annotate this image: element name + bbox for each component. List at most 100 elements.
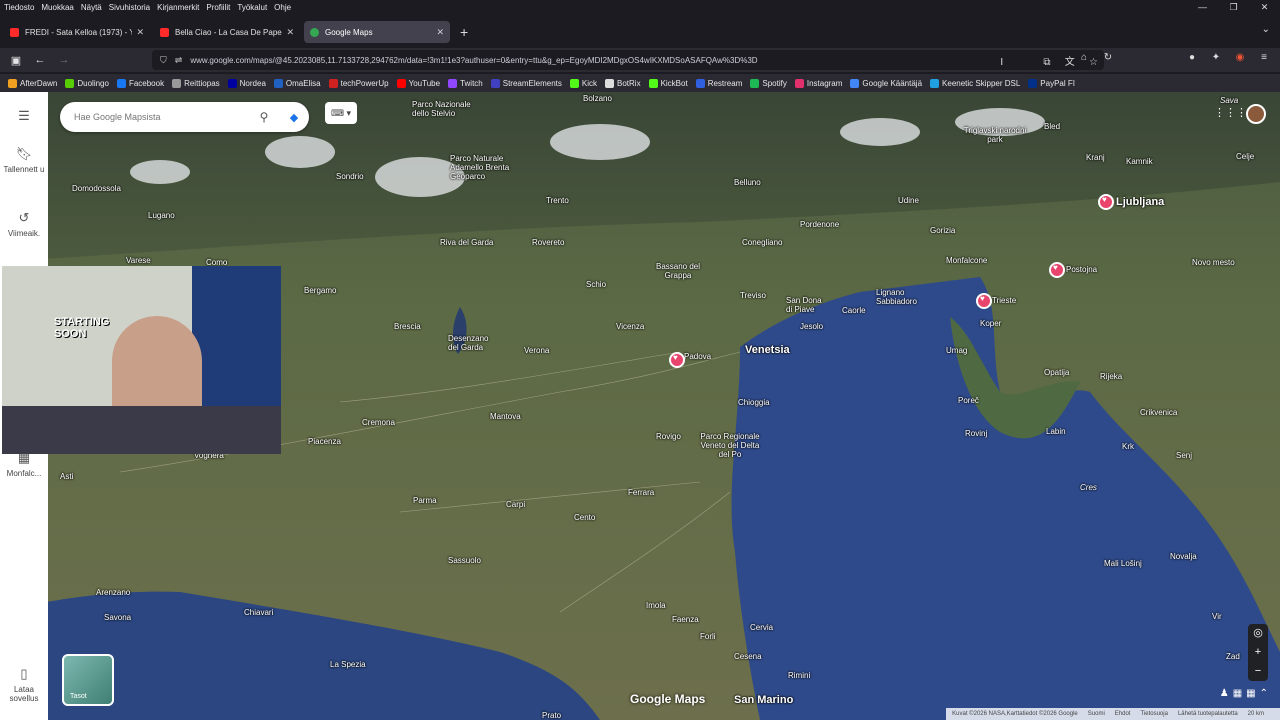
url-text[interactable]: www.google.com/maps/@45.2023085,11.71337… <box>190 56 994 65</box>
google-apps-icon[interactable]: ⋮⋮⋮ <box>1214 106 1247 119</box>
expand-icon[interactable]: ⌃ <box>1260 688 1268 699</box>
place-label[interactable]: San Dona di Piave <box>786 296 826 314</box>
search-input[interactable] <box>74 112 249 122</box>
place-label[interactable]: Rovereto <box>532 238 564 247</box>
place-label[interactable]: Postojna <box>1066 265 1097 274</box>
close-tab-icon[interactable]: ✕ <box>286 27 294 38</box>
bookmark-item[interactable]: Twitch <box>448 78 483 88</box>
bookmark-item[interactable]: KickBot <box>648 78 688 88</box>
recent-button[interactable]: ↺ Viimeaik. <box>0 210 48 238</box>
place-label[interactable]: Ferrara <box>628 488 654 497</box>
place-label[interactable]: Bergamo <box>304 286 336 295</box>
place-label[interactable]: Ljubljana <box>1116 196 1164 208</box>
place-label[interactable]: Trento <box>546 196 569 205</box>
place-label[interactable]: Forli <box>700 632 716 641</box>
place-label[interactable]: San Marino <box>734 694 793 706</box>
place-label[interactable]: Udine <box>898 196 919 205</box>
imagery-tile-icon[interactable]: ▦ <box>1233 688 1242 699</box>
directions-icon[interactable]: ◆ <box>279 111 309 124</box>
bookmark-item[interactable]: Google Kääntäjä <box>850 78 922 88</box>
place-label[interactable]: Schio <box>586 280 606 289</box>
place-label[interactable]: Prato <box>542 711 561 720</box>
place-label[interactable]: Rimini <box>788 671 810 680</box>
place-label[interactable]: Umag <box>946 346 967 355</box>
place-label[interactable]: Rovigo <box>656 432 681 441</box>
place-label[interactable]: Varese <box>126 256 151 265</box>
place-label[interactable]: Savona <box>104 613 131 622</box>
place-label[interactable]: Kranj <box>1086 153 1105 162</box>
place-label[interactable]: Jesolo <box>800 322 823 331</box>
restore-icon[interactable]: ❐ <box>1218 0 1249 14</box>
reload-icon[interactable]: ↻ <box>1096 52 1120 63</box>
zoom-in-icon[interactable]: + <box>1255 643 1261 662</box>
menu-tiedosto[interactable]: Tiedosto <box>4 3 34 12</box>
place-label[interactable]: Vicenza <box>616 322 644 331</box>
bookmark-item[interactable]: Reittiopas <box>172 78 220 88</box>
saved-place-pin[interactable] <box>976 293 992 309</box>
place-label[interactable]: Opatija <box>1044 368 1069 377</box>
shield-icon[interactable]: ⛉ <box>160 55 167 66</box>
menu-sivuhistoria[interactable]: Sivuhistoria <box>109 3 150 12</box>
place-label[interactable]: Parco Naturale Adamello Brenta Geoparco <box>450 154 520 181</box>
place-label[interactable]: Caorle <box>842 306 866 315</box>
close-tab-icon[interactable]: ✕ <box>136 27 144 38</box>
bookmark-item[interactable]: Kick <box>569 78 597 88</box>
place-label[interactable]: Brescia <box>394 322 421 331</box>
place-label[interactable]: Cervia <box>750 623 773 632</box>
place-label[interactable]: Verona <box>524 346 549 355</box>
place-label[interactable]: Belluno <box>734 178 761 187</box>
menu-tyokalut[interactable]: Työkalut <box>237 3 267 12</box>
saved-place-pin[interactable] <box>669 352 685 368</box>
place-label[interactable]: Pordenone <box>800 220 839 229</box>
place-label[interactable]: Labin <box>1046 427 1066 436</box>
place-label[interactable]: Gorizia <box>930 226 955 235</box>
bookmark-item[interactable]: Facebook <box>116 78 164 88</box>
place-label[interactable]: Monfalcone <box>946 256 987 265</box>
menu-kirjanmerkit[interactable]: Kirjanmerkit <box>157 3 199 12</box>
list-all-tabs-icon[interactable]: ⌄ <box>1262 24 1270 35</box>
place-label[interactable]: Sassuolo <box>448 556 481 565</box>
place-label[interactable]: Desenzano del Garda <box>448 334 498 352</box>
privacy-link[interactable]: Tietosuoja <box>1140 711 1167 717</box>
place-label[interactable]: Carpi <box>506 500 525 509</box>
place-label[interactable]: Chiavari <box>244 608 273 617</box>
language-link[interactable]: Suomi <box>1088 711 1105 717</box>
place-label[interactable]: Mali Lošinj <box>1104 559 1142 568</box>
search-icon[interactable]: ⚲ <box>249 110 279 124</box>
extensions-icon[interactable]: ✦ <box>1204 52 1228 63</box>
place-label[interactable]: Arenzano <box>96 588 130 597</box>
place-label[interactable]: Koper <box>980 319 1001 328</box>
tab-bella-ciao[interactable]: Bella Ciao - La Casa De Papel (M ✕ <box>154 21 300 43</box>
bookmark-item[interactable]: BotRix <box>605 78 641 88</box>
place-label[interactable]: Parma <box>413 496 437 505</box>
place-label[interactable]: Domodossola <box>72 184 121 193</box>
place-label[interactable]: Bled <box>1044 122 1060 131</box>
saved-place-pin[interactable] <box>1098 194 1114 210</box>
place-label[interactable]: Cremona <box>362 418 395 427</box>
menu-muokkaa[interactable]: Muokkaa <box>41 3 73 12</box>
place-label[interactable]: Lignano Sabbiadoro <box>876 288 926 306</box>
place-label[interactable]: Crikvenica <box>1140 408 1177 417</box>
pegman-icon[interactable]: ♟ <box>1220 688 1229 699</box>
place-label[interactable]: Mantova <box>490 412 521 421</box>
recent-place-monfalcone[interactable]: ▦ Monfalc... <box>0 450 48 478</box>
place-label[interactable]: Bolzano <box>583 94 612 103</box>
layers-button[interactable]: Tasot <box>62 654 114 706</box>
menu-button[interactable]: ☰ <box>0 108 48 127</box>
bookmark-item[interactable]: techPowerUp <box>328 78 389 88</box>
bookmark-item[interactable]: Duolingo <box>65 78 109 88</box>
saved-button[interactable]: 🔖︎ Tallennett u <box>0 146 48 174</box>
place-label[interactable]: Rovinj <box>965 429 987 438</box>
place-label[interactable]: Celje <box>1236 152 1254 161</box>
menu-ohje[interactable]: Ohje <box>274 3 291 12</box>
my-location-icon[interactable]: ◎ <box>1253 624 1263 643</box>
close-tab-icon[interactable]: ✕ <box>436 27 444 38</box>
place-label[interactable]: Parco Regionale Veneto del Delta del Po <box>700 432 760 459</box>
install-app-icon[interactable]: ⧉ <box>1043 57 1050 68</box>
place-label[interactable]: Vir <box>1212 612 1222 621</box>
terms-link[interactable]: Ehdot <box>1115 711 1131 717</box>
zoom-out-icon[interactable]: − <box>1255 662 1261 681</box>
bookmark-item[interactable]: Instagram <box>794 78 842 88</box>
bookmark-item[interactable]: Restream <box>695 78 742 88</box>
bookmark-item[interactable]: OmaElisa <box>273 78 321 88</box>
